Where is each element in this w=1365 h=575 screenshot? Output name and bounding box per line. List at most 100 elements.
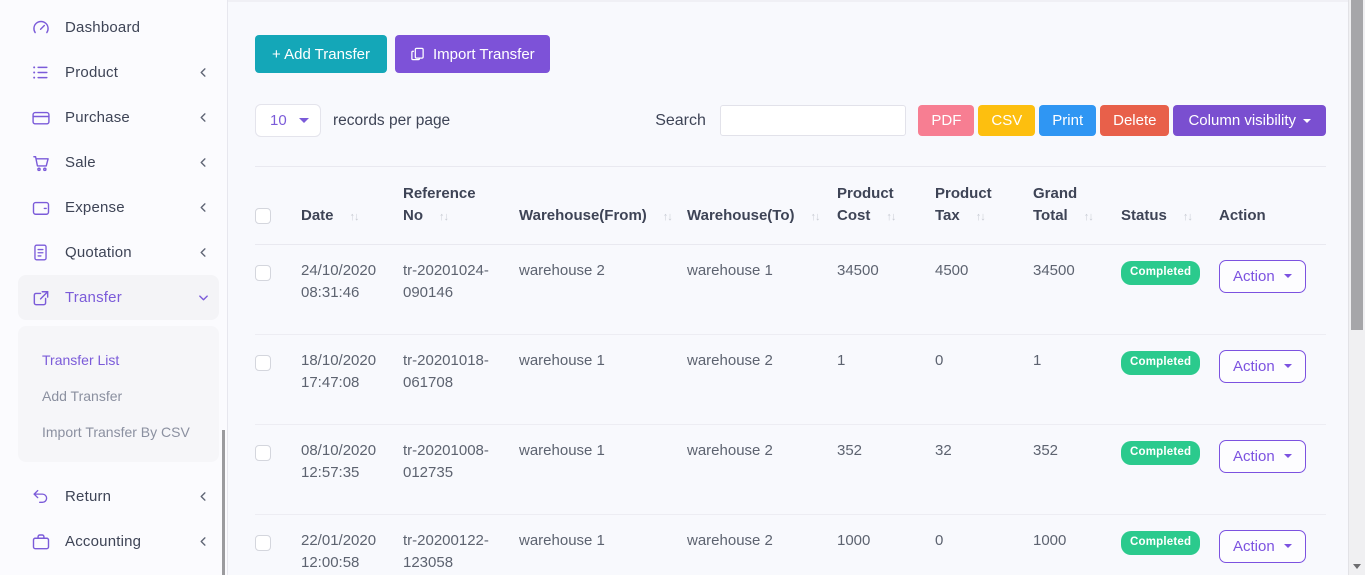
dashboard-icon bbox=[30, 17, 51, 38]
purchase-icon bbox=[30, 107, 51, 128]
chevron-down-icon bbox=[197, 292, 209, 303]
sidebar-item-transfer-active: Transfer bbox=[18, 275, 219, 320]
search-input[interactable] bbox=[720, 105, 906, 136]
delete-button[interactable]: Delete bbox=[1100, 105, 1169, 136]
grand-total-cell: 1000 bbox=[1033, 514, 1121, 575]
status-badge: Completed bbox=[1121, 261, 1200, 285]
row-checkbox[interactable] bbox=[255, 445, 271, 461]
chevron-down-icon bbox=[1284, 364, 1292, 368]
table-row: 22/01/2020 12:00:58 tr-20200122-123058 w… bbox=[255, 514, 1326, 575]
pdf-button[interactable]: PDF bbox=[918, 105, 974, 136]
table-row: 18/10/2020 17:47:08 tr-20201018-061708 w… bbox=[255, 334, 1326, 424]
chevron-left-icon bbox=[197, 247, 209, 258]
sidebar-scrollbar-thumb[interactable] bbox=[222, 430, 225, 575]
product-tax-cell: 4500 bbox=[935, 244, 1033, 334]
sidebar: Dashboard Product Purchase Sale Expen bbox=[0, 0, 228, 575]
column-header-date[interactable]: Date↑↓ bbox=[301, 167, 403, 245]
select-all-cell bbox=[255, 167, 301, 245]
column-visibility-button[interactable]: Column visibility bbox=[1173, 105, 1326, 136]
sidebar-item-purchase[interactable]: Purchase bbox=[18, 95, 219, 140]
sidebar-item-expense[interactable]: Expense bbox=[18, 185, 219, 230]
action-button[interactable]: Action bbox=[1219, 260, 1306, 293]
column-header-grand-total[interactable]: Grand Total↑↓ bbox=[1033, 167, 1121, 245]
search-area: Search bbox=[655, 105, 906, 136]
select-all-checkbox[interactable] bbox=[255, 208, 271, 224]
reference-cell: tr-20201024-090146 bbox=[403, 244, 519, 334]
sidebar-item-product[interactable]: Product bbox=[18, 50, 219, 95]
column-header-status[interactable]: Status↑↓ bbox=[1121, 167, 1219, 245]
chevron-left-icon bbox=[197, 491, 209, 502]
chevron-down-icon bbox=[1284, 544, 1292, 548]
reference-cell: tr-20201008-012735 bbox=[403, 424, 519, 514]
warehouse-to-cell: warehouse 2 bbox=[687, 514, 837, 575]
sidebar-item-transfer[interactable]: Transfer bbox=[18, 275, 219, 320]
quotation-icon bbox=[30, 242, 51, 263]
sidebar-item-label: Transfer bbox=[65, 289, 197, 306]
date-cell: 08/10/2020 12:57:35 bbox=[301, 424, 403, 514]
sidebar-item-label: Accounting bbox=[65, 533, 197, 550]
chevron-down-icon bbox=[1284, 454, 1292, 458]
column-header-reference-no[interactable]: Reference No↑↓ bbox=[403, 167, 519, 245]
sidebar-item-hrm[interactable]: HRM bbox=[18, 564, 219, 575]
action-button[interactable]: Action bbox=[1219, 530, 1306, 563]
page-scrollbar[interactable] bbox=[1348, 0, 1365, 575]
chevron-left-icon bbox=[197, 157, 209, 168]
warehouse-from-cell: warehouse 1 bbox=[519, 334, 687, 424]
import-transfer-button[interactable]: Import Transfer bbox=[395, 35, 550, 73]
sort-icon: ↑↓ bbox=[976, 211, 985, 223]
row-checkbox[interactable] bbox=[255, 535, 271, 551]
grand-total-cell: 352 bbox=[1033, 424, 1121, 514]
status-badge: Completed bbox=[1121, 351, 1200, 375]
sale-icon bbox=[30, 152, 51, 173]
row-checkbox[interactable] bbox=[255, 265, 271, 281]
action-button[interactable]: Action bbox=[1219, 350, 1306, 383]
print-button[interactable]: Print bbox=[1039, 105, 1096, 136]
grand-total-cell: 34500 bbox=[1033, 244, 1121, 334]
page-scrollbar-thumb[interactable] bbox=[1351, 0, 1363, 330]
sidebar-item-label: Purchase bbox=[65, 109, 197, 126]
export-buttons: PDF CSV Print Delete Column visibility bbox=[918, 105, 1326, 136]
chevron-left-icon bbox=[197, 67, 209, 78]
warehouse-from-cell: warehouse 1 bbox=[519, 514, 687, 575]
chevron-down-icon bbox=[1303, 119, 1311, 123]
warehouse-from-cell: warehouse 1 bbox=[519, 424, 687, 514]
sidebar-item-quotation[interactable]: Quotation bbox=[18, 230, 219, 275]
sidebar-item-dashboard[interactable]: Dashboard bbox=[18, 5, 219, 50]
reference-cell: tr-20201018-061708 bbox=[403, 334, 519, 424]
column-header-product-tax[interactable]: Product Tax↑↓ bbox=[935, 167, 1033, 245]
scrollbar-down-arrow-icon[interactable] bbox=[1353, 564, 1361, 569]
csv-button[interactable]: CSV bbox=[978, 105, 1035, 136]
transfer-icon bbox=[30, 287, 51, 308]
column-header-warehouse-from[interactable]: Warehouse(From)↑↓ bbox=[519, 167, 687, 245]
row-checkbox[interactable] bbox=[255, 355, 271, 371]
expense-icon bbox=[30, 197, 51, 218]
sort-icon: ↑↓ bbox=[1183, 211, 1192, 223]
table-row: 24/10/2020 08:31:46 tr-20201024-090146 w… bbox=[255, 244, 1326, 334]
records-per-page-select[interactable]: 10 bbox=[255, 104, 321, 137]
return-icon bbox=[30, 486, 51, 507]
accounting-icon bbox=[30, 531, 51, 552]
sidebar-item-accounting[interactable]: Accounting bbox=[18, 519, 219, 564]
page-actions: + Add Transfer Import Transfer bbox=[255, 35, 1326, 73]
warehouse-to-cell: warehouse 2 bbox=[687, 424, 837, 514]
submenu-item-import-transfer-csv[interactable]: Import Transfer By CSV bbox=[18, 414, 219, 450]
reference-cell: tr-20200122-123058 bbox=[403, 514, 519, 575]
date-cell: 22/01/2020 12:00:58 bbox=[301, 514, 403, 575]
transfer-submenu: Transfer List Add Transfer Import Transf… bbox=[18, 326, 219, 462]
sidebar-item-label: Sale bbox=[65, 154, 197, 171]
sidebar-item-label: Dashboard bbox=[65, 19, 209, 36]
column-header-product-cost[interactable]: Product Cost↑↓ bbox=[837, 167, 935, 245]
product-cost-cell: 352 bbox=[837, 424, 935, 514]
sort-icon: ↑↓ bbox=[663, 211, 672, 223]
sidebar-item-sale[interactable]: Sale bbox=[18, 140, 219, 185]
sidebar-item-return[interactable]: Return bbox=[18, 474, 219, 519]
column-header-warehouse-to[interactable]: Warehouse(To)↑↓ bbox=[687, 167, 837, 245]
action-button[interactable]: Action bbox=[1219, 440, 1306, 473]
sort-icon: ↑↓ bbox=[811, 211, 820, 223]
add-transfer-button[interactable]: + Add Transfer bbox=[255, 35, 387, 73]
submenu-item-transfer-list[interactable]: Transfer List bbox=[18, 342, 219, 378]
product-tax-cell: 32 bbox=[935, 424, 1033, 514]
chevron-down-icon bbox=[299, 118, 309, 123]
submenu-item-add-transfer[interactable]: Add Transfer bbox=[18, 378, 219, 414]
table-header-row: Date↑↓ Reference No↑↓ Warehouse(From)↑↓ … bbox=[255, 167, 1326, 245]
